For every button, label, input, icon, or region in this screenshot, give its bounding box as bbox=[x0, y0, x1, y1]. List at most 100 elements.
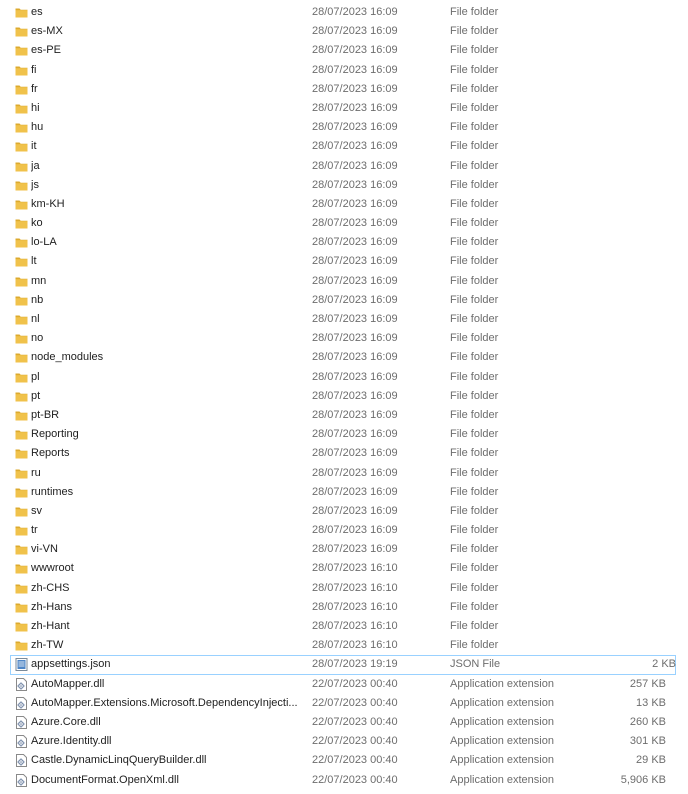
file-name: lt bbox=[31, 255, 37, 268]
file-row[interactable]: zh-Hant 28/07/2023 16:10 File folder bbox=[0, 617, 688, 636]
file-row[interactable]: DocumentFormat.OpenXml.dll 22/07/2023 00… bbox=[0, 771, 688, 790]
file-row[interactable]: pl 28/07/2023 16:09 File folder bbox=[0, 368, 688, 387]
file-row[interactable]: AutoMapper.Extensions.Microsoft.Dependen… bbox=[0, 694, 688, 713]
file-date-modified: 28/07/2023 16:09 bbox=[312, 178, 398, 191]
file-type: File folder bbox=[450, 562, 499, 575]
file-date-modified: 28/07/2023 16:09 bbox=[312, 197, 398, 210]
file-row[interactable]: pt-BR 28/07/2023 16:09 File folder bbox=[0, 406, 688, 425]
file-name: js bbox=[31, 178, 39, 191]
file-row[interactable]: fr 28/07/2023 16:09 File folder bbox=[0, 80, 688, 99]
file-date-modified: 28/07/2023 16:09 bbox=[312, 293, 398, 306]
file-size: 260 KB bbox=[629, 715, 666, 728]
dll-file-icon bbox=[15, 696, 28, 710]
file-date-modified: 28/07/2023 16:09 bbox=[312, 25, 398, 38]
file-type: File folder bbox=[450, 217, 499, 230]
file-row[interactable]: es-PE 28/07/2023 16:09 File folder bbox=[0, 41, 688, 60]
file-row[interactable]: es 28/07/2023 16:09 File folder bbox=[0, 3, 688, 22]
file-type: File folder bbox=[450, 370, 499, 383]
file-row[interactable]: nl 28/07/2023 16:09 File folder bbox=[0, 310, 688, 329]
file-type: File folder bbox=[450, 332, 499, 345]
file-type: File folder bbox=[450, 600, 499, 613]
file-name: zh-TW bbox=[31, 639, 64, 652]
file-row[interactable]: vi-VN 28/07/2023 16:09 File folder bbox=[0, 540, 688, 559]
file-row[interactable]: lo-LA 28/07/2023 16:09 File folder bbox=[0, 233, 688, 252]
file-type: File folder bbox=[450, 6, 499, 18]
file-row[interactable]: zh-CHS 28/07/2023 16:10 File folder bbox=[0, 579, 688, 598]
file-type: File folder bbox=[450, 466, 499, 479]
file-row[interactable]: node_modules 28/07/2023 16:09 File folde… bbox=[0, 348, 688, 367]
file-name: runtimes bbox=[31, 485, 74, 498]
file-type: File folder bbox=[450, 140, 499, 153]
file-type: File folder bbox=[450, 236, 499, 249]
file-row[interactable]: pt 28/07/2023 16:09 File folder bbox=[0, 387, 688, 406]
file-date-modified: 28/07/2023 16:09 bbox=[312, 428, 398, 441]
file-list: es 28/07/2023 16:09 File folder es-MX 28… bbox=[0, 0, 688, 790]
file-date-modified: 28/07/2023 16:09 bbox=[312, 101, 398, 114]
file-date-modified: 28/07/2023 16:10 bbox=[312, 600, 398, 613]
file-row[interactable]: hi 28/07/2023 16:09 File folder bbox=[0, 99, 688, 118]
file-name: hi bbox=[31, 101, 40, 114]
file-row[interactable]: wwwroot 28/07/2023 16:10 File folder bbox=[0, 559, 688, 578]
file-type: File folder bbox=[450, 639, 499, 652]
file-row[interactable]: hu 28/07/2023 16:09 File folder bbox=[0, 118, 688, 137]
file-row[interactable]: Reports 28/07/2023 16:09 File folder bbox=[0, 444, 688, 463]
file-type: File folder bbox=[450, 25, 499, 38]
file-date-modified: 28/07/2023 16:09 bbox=[312, 332, 398, 345]
file-row[interactable]: mn 28/07/2023 16:09 File folder bbox=[0, 272, 688, 291]
file-date-modified: 28/07/2023 16:09 bbox=[312, 236, 398, 249]
file-type: Application extension bbox=[450, 754, 554, 767]
file-name: hu bbox=[31, 121, 44, 134]
file-type: Application extension bbox=[450, 773, 554, 786]
file-name: DocumentFormat.OpenXml.dll bbox=[31, 773, 179, 786]
file-row[interactable]: AutoMapper.dll 22/07/2023 00:40 Applicat… bbox=[0, 675, 688, 694]
folder-icon bbox=[15, 64, 28, 77]
file-row[interactable]: runtimes 28/07/2023 16:09 File folder bbox=[0, 483, 688, 502]
file-name: pl bbox=[31, 370, 40, 383]
file-type: File folder bbox=[450, 178, 499, 191]
file-row[interactable]: it 28/07/2023 16:09 File folder bbox=[0, 137, 688, 156]
file-row[interactable]: ko 28/07/2023 16:09 File folder bbox=[0, 214, 688, 233]
file-row[interactable]: js 28/07/2023 16:09 File folder bbox=[0, 176, 688, 195]
folder-icon bbox=[15, 294, 28, 307]
file-row[interactable]: zh-Hans 28/07/2023 16:10 File folder bbox=[0, 598, 688, 617]
dll-file-icon bbox=[15, 715, 28, 729]
file-name: ru bbox=[31, 466, 41, 479]
file-type: File folder bbox=[450, 524, 499, 537]
file-size: 13 KB bbox=[636, 696, 666, 709]
file-date-modified: 28/07/2023 16:09 bbox=[312, 504, 398, 517]
folder-icon bbox=[15, 83, 28, 96]
file-row[interactable]: Azure.Core.dll 22/07/2023 00:40 Applicat… bbox=[0, 713, 688, 732]
file-name: fi bbox=[31, 63, 37, 76]
file-name: ja bbox=[31, 159, 40, 172]
file-row[interactable]: ru 28/07/2023 16:09 File folder bbox=[0, 464, 688, 483]
file-row[interactable]: Castle.DynamicLinqQueryBuilder.dll 22/07… bbox=[0, 751, 688, 770]
file-size: 2 KB bbox=[652, 658, 676, 671]
file-row[interactable]: fi 28/07/2023 16:09 File folder bbox=[0, 61, 688, 80]
file-date-modified: 28/07/2023 16:09 bbox=[312, 44, 398, 57]
file-row[interactable]: ja 28/07/2023 16:09 File folder bbox=[0, 157, 688, 176]
file-size: 29 KB bbox=[636, 754, 666, 767]
file-size: 5,906 KB bbox=[620, 773, 666, 786]
file-date-modified: 28/07/2023 16:09 bbox=[312, 217, 398, 230]
file-date-modified: 28/07/2023 16:09 bbox=[312, 389, 398, 402]
file-row[interactable]: sv 28/07/2023 16:09 File folder bbox=[0, 502, 688, 521]
file-name: AutoMapper.dll bbox=[31, 677, 105, 690]
file-row[interactable]: tr 28/07/2023 16:09 File folder bbox=[0, 521, 688, 540]
file-row[interactable]: no 28/07/2023 16:09 File folder bbox=[0, 329, 688, 348]
file-row[interactable]: nb 28/07/2023 16:09 File folder bbox=[0, 291, 688, 310]
file-row[interactable]: es-MX 28/07/2023 16:09 File folder bbox=[0, 22, 688, 41]
file-row[interactable]: Azure.Identity.dll 22/07/2023 00:40 Appl… bbox=[0, 732, 688, 751]
file-row[interactable]: lt 28/07/2023 16:09 File folder bbox=[0, 252, 688, 271]
file-type: JSON File bbox=[450, 658, 501, 671]
file-type: Application extension bbox=[450, 696, 554, 709]
file-name: fr bbox=[31, 82, 38, 95]
file-row[interactable]: appsettings.json 28/07/2023 19:19 JSON F… bbox=[10, 655, 676, 675]
file-type: File folder bbox=[450, 313, 499, 325]
folder-icon bbox=[15, 6, 28, 19]
file-date-modified: 28/07/2023 16:09 bbox=[312, 466, 398, 479]
file-row[interactable]: zh-TW 28/07/2023 16:10 File folder bbox=[0, 636, 688, 655]
file-row[interactable]: km-KH 28/07/2023 16:09 File folder bbox=[0, 195, 688, 214]
file-name: Reporting bbox=[31, 428, 79, 441]
file-date-modified: 28/07/2023 16:09 bbox=[312, 313, 398, 325]
file-row[interactable]: Reporting 28/07/2023 16:09 File folder bbox=[0, 425, 688, 444]
